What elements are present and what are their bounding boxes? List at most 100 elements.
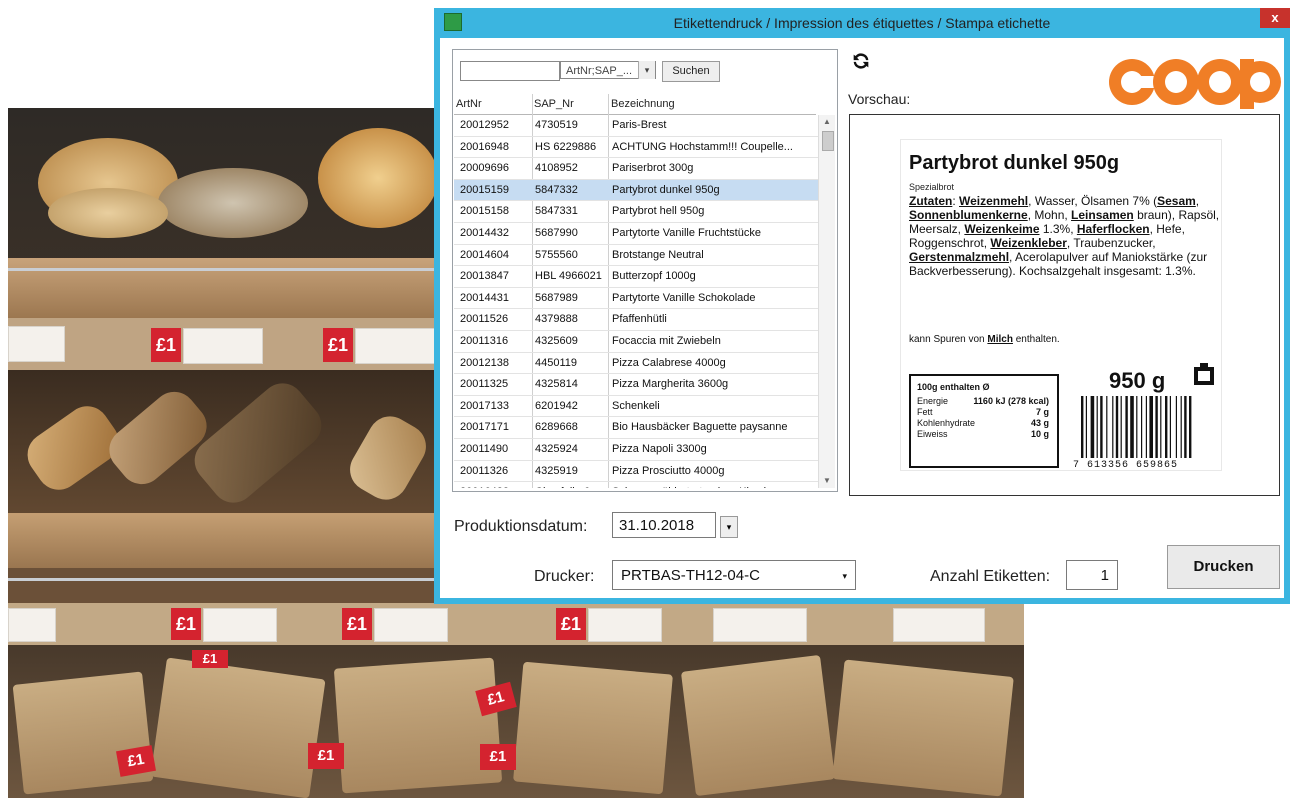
table-row[interactable]: 20014604 5755560 Brotstange Neutral [454, 245, 818, 267]
price-tag: £1 [556, 608, 586, 640]
cell-artnr: 20014432 [460, 226, 509, 239]
label-count-field[interactable]: 1 [1066, 560, 1118, 590]
table-row[interactable]: 20011526 4379888 Pfaffenhütli [454, 309, 818, 331]
cell-sapnr: 4379888 [535, 313, 578, 326]
search-input[interactable] [460, 61, 560, 81]
nutrition-row: Energie 1160 kJ (278 kcal) [917, 396, 1053, 406]
cell-sapnr: HS 6229886 [535, 140, 597, 153]
barcode-bar [1145, 396, 1147, 458]
cell-bezeichnung: ACHTUNG Hochstamm!!! Coupelle... [612, 140, 793, 153]
nutrition-row: Eiweiss 10 g [917, 429, 1053, 439]
table-row[interactable]: 20011316 4325609 Focaccia mit Zwiebeln [454, 331, 818, 353]
price-tag: £1 [308, 743, 344, 769]
cell-sapnr: 4730519 [535, 119, 578, 131]
print-button[interactable]: Drucken [1167, 545, 1280, 589]
search-filter-value: ArtNr;SAP_... [566, 65, 633, 77]
title-bar[interactable]: Etikettendruck / Impression des étiquett… [434, 8, 1290, 38]
allergen-ingredient: Haferflocken [1076, 222, 1150, 236]
cell-bezeichnung: Pariserbrot 300g [612, 162, 694, 175]
table-row[interactable]: 20011490 4325924 Pizza Napoli 3300g [454, 439, 818, 461]
table-scrollbar[interactable]: ▲ ▼ [818, 115, 835, 488]
production-date-field[interactable]: 31.10.2018 [612, 512, 716, 538]
shelf-label [183, 328, 263, 364]
scroll-thumb[interactable] [822, 131, 834, 151]
scroll-up-icon[interactable]: ▲ [819, 115, 835, 129]
table-row[interactable]: 20016423Chocfolio 6... Schwarzwäldertorte… [454, 482, 818, 488]
cell-bezeichnung: Butterzopf 1000g [612, 270, 696, 283]
table-row[interactable]: 20013847 HBL 4966021 Butterzopf 1000g [454, 266, 818, 288]
cell-sapnr: Chocfolio 6... [535, 486, 607, 488]
column-header-sapnr[interactable]: SAP_Nr [534, 98, 574, 110]
search-filter-select[interactable]: ArtNr;SAP_... ▾ [560, 61, 656, 79]
nutrition-value: 1160 kJ (278 kcal) [973, 396, 1049, 406]
ingredient-text: , [1195, 194, 1200, 208]
column-header-bezeichnung[interactable]: Bezeichnung [611, 98, 675, 110]
shelf-label [8, 326, 65, 362]
table-row[interactable]: 20009696 4108952 Pariserbrot 300g [454, 158, 818, 180]
table-row[interactable]: 20017133 6201942 Schenkeli [454, 396, 818, 418]
product-title: Partybrot dunkel 950g [909, 152, 1120, 174]
bread-bag [513, 661, 673, 795]
cell-sapnr: 4325609 [535, 334, 578, 347]
printer-select[interactable]: PRTBAS-TH12-04-C ▾ [612, 560, 856, 590]
cell-sapnr: 4108952 [535, 162, 578, 175]
cell-artnr: 20009696 [460, 162, 509, 175]
table-row[interactable]: 20011325 4325814 Pizza Margherita 3600g [454, 374, 818, 396]
cell-artnr: 20011526 [460, 313, 509, 326]
barcode-bar [1184, 396, 1187, 458]
cell-bezeichnung: Partybrot hell 950g [612, 205, 705, 218]
traces-suffix: enthalten. [1012, 334, 1060, 345]
table-row[interactable]: 20015158 5847331 Partybrot hell 950g [454, 201, 818, 223]
shelf-label [713, 608, 807, 642]
cell-bezeichnung: Schenkeli [612, 399, 660, 412]
barcode-bar [1165, 396, 1168, 458]
cell-bezeichnung: Partytorte Vanille Schokolade [612, 291, 756, 304]
cell-bezeichnung: Partybrot dunkel 950g [612, 183, 720, 196]
cell-sapnr: 4325919 [535, 464, 578, 477]
table-row[interactable]: 20012952 4730519 Paris-Brest [454, 115, 818, 137]
shelf-label [8, 608, 56, 642]
column-header-artnr[interactable]: ArtNr [456, 98, 482, 110]
bread-bag [150, 657, 326, 798]
traces-prefix: kann Spuren von [909, 334, 988, 345]
refresh-icon[interactable] [850, 50, 872, 72]
shelf-label [374, 608, 448, 642]
bread-bag [333, 657, 503, 794]
table-row[interactable]: 20014431 5687989 Partytorte Vanille Schoko… [454, 288, 818, 310]
chevron-down-icon[interactable]: ▾ [638, 61, 655, 79]
cell-artnr: 20016423 [460, 486, 532, 488]
close-button[interactable]: x [1260, 8, 1290, 28]
search-button[interactable]: Suchen [662, 61, 720, 82]
nutrition-name: Kohlenhydrate [917, 418, 976, 428]
nutrition-name: Fett [917, 407, 933, 417]
allergen-ingredient: Sesam [1157, 194, 1196, 208]
table-row[interactable]: 20017171 6289668 Bio Hausbäcker Baguette p… [454, 417, 818, 439]
shelf-label [355, 328, 435, 364]
cell-sapnr: 5847331 [535, 205, 578, 218]
label-print-window: Etikettendruck / Impression des étiquett… [434, 8, 1290, 604]
printer-label: Drucker: [534, 568, 595, 585]
cell-bezeichnung: Paris-Brest [612, 119, 667, 131]
table-row[interactable]: 20015159 5847332 Partybrot dunkel 950g [454, 179, 818, 202]
table-row[interactable]: 20011326 4325919 Pizza Prosciutto 4000g [454, 461, 818, 483]
cell-sapnr: 5755560 [535, 248, 578, 261]
net-weight: 950 g [1109, 368, 1166, 393]
table-row[interactable]: 20012138 4450119 Pizza Calabrese 4000g [454, 353, 818, 375]
barcode-bar [1149, 396, 1153, 458]
allergen-traces: kann Spuren von Milch enthalten. [909, 334, 1060, 345]
price-tag: £1 [151, 328, 181, 362]
label-count-label: Anzahl Etiketten: [930, 568, 1051, 585]
nutrition-table: 100g enthalten Ø Energie 1160 kJ (278 kca… [909, 374, 1059, 468]
cell-sapnr: 6201942 [535, 399, 578, 412]
cell-sapnr: 5687989 [535, 291, 578, 304]
nutrition-value: 43 g [1030, 418, 1049, 428]
price-tag: £1 [171, 608, 201, 640]
shelf-label [203, 608, 277, 642]
barcode-bar [1175, 396, 1177, 458]
table-row[interactable]: 20016948 HS 6229886 ACHTUNG Hochstamm!!! C… [454, 137, 818, 159]
chevron-down-icon[interactable]: ▾ [720, 516, 738, 538]
scroll-down-icon[interactable]: ▼ [819, 474, 835, 488]
barcode-bar [1106, 396, 1108, 458]
table-row[interactable]: 20014432 5687990 Partytorte Vanille Frucht… [454, 223, 818, 245]
allergen-ingredient: Weizenkeime [964, 222, 1040, 236]
